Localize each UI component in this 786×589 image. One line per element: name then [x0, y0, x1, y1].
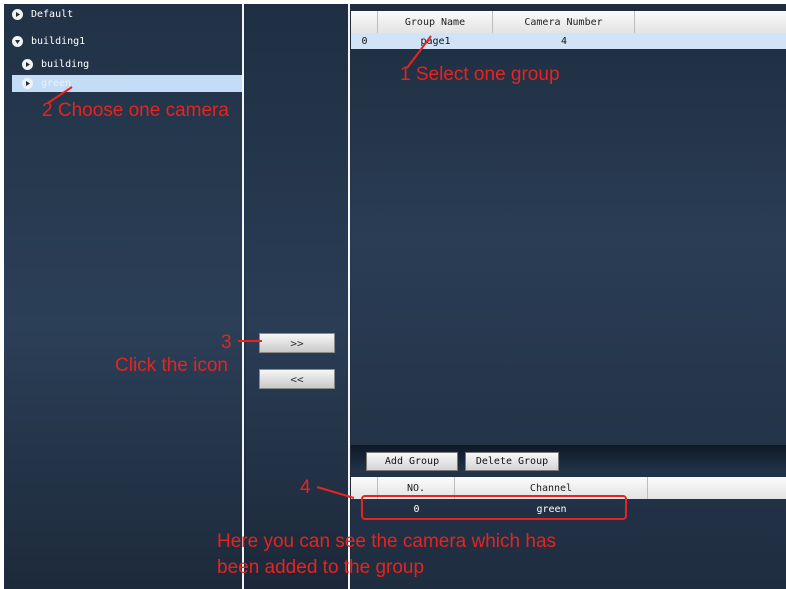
annotation-overlay	[47, 35, 627, 520]
camera-group-window: Default building1 building green >> << G…	[4, 4, 786, 589]
annotation-step-3-number: 3	[221, 332, 232, 353]
annotation-note-line-1: Here you can see the camera which has	[217, 531, 557, 552]
pointer-line-4	[316, 486, 355, 499]
highlight-box	[361, 495, 627, 520]
annotation-step-3-text: Click the icon	[115, 355, 228, 376]
annotation-step-2: 2 Choose one camera	[42, 100, 229, 121]
annotation-note-line-2: been added to the group	[217, 557, 425, 578]
annotation-step-1: 1 Select one group	[400, 64, 560, 85]
annotation-step-4-number: 4	[300, 477, 311, 498]
